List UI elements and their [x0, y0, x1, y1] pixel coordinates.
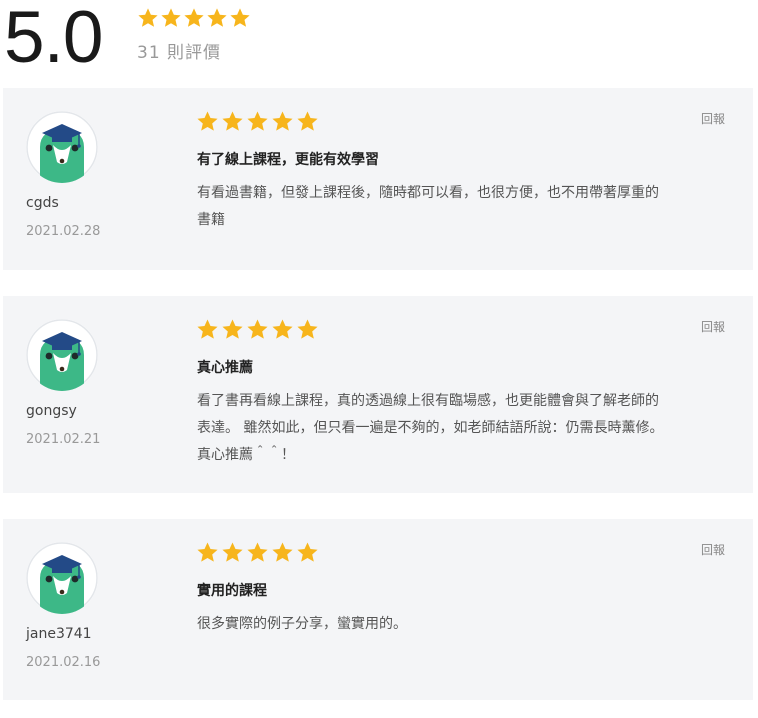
review-count: 31 則評價 — [137, 43, 222, 63]
rating-summary: 5.0 31 則評價 — [0, 0, 758, 88]
star-icon — [296, 318, 319, 341]
star-icon — [229, 7, 251, 29]
star-icon — [246, 541, 269, 564]
star-icon — [183, 7, 205, 29]
review-line: 有看過書籍，但發上課程後，隨時都可以看，也很方便，也不用帶著厚重的 — [197, 185, 659, 201]
report-link[interactable]: 回報 — [701, 110, 725, 127]
report-link[interactable]: 回報 — [701, 318, 725, 335]
review-line: 真心推薦＾＾！ — [197, 447, 295, 463]
review-title: 有了線上課程，更能有效學習 — [197, 152, 379, 168]
reviewer-name: jane3741 — [26, 626, 92, 642]
review-card: gongsy 2021.02.21 回報 真心推薦 看了書再看線上課程，真的透過… — [3, 296, 753, 493]
star-icon — [221, 110, 244, 133]
review-body: 有看過書籍，但發上課程後，隨時都可以看，也很方便，也不用帶著厚重的 書籍 — [197, 180, 737, 234]
star-icon — [296, 110, 319, 133]
review-date: 2021.02.21 — [26, 432, 101, 447]
mascot-avatar-icon — [26, 542, 98, 614]
review-stars — [196, 110, 319, 133]
summary-stars — [137, 7, 251, 29]
star-icon — [221, 318, 244, 341]
star-icon — [196, 318, 219, 341]
avatar — [26, 319, 98, 391]
review-title: 實用的課程 — [197, 583, 267, 599]
review-line: 書籍 — [197, 212, 225, 228]
reviewer-name: gongsy — [26, 403, 77, 419]
report-link[interactable]: 回報 — [701, 541, 725, 558]
review-date: 2021.02.16 — [26, 655, 101, 670]
star-icon — [196, 541, 219, 564]
mascot-avatar-icon — [26, 319, 98, 391]
star-icon — [246, 110, 269, 133]
avatar — [26, 542, 98, 614]
star-icon — [206, 7, 228, 29]
review-line: 看了書再看線上課程，真的透過線上很有臨場感，也更能體會與了解老師的 — [197, 393, 659, 409]
avatar — [26, 111, 98, 183]
review-card: jane3741 2021.02.16 回報 實用的課程 很多實際的例子分享，蠻… — [3, 519, 753, 700]
review-date: 2021.02.28 — [26, 224, 101, 239]
star-icon — [296, 541, 319, 564]
star-icon — [271, 541, 294, 564]
review-body: 很多實際的例子分享，蠻實用的。 — [197, 611, 737, 638]
review-line: 表達。 雖然如此，但只看一遍是不夠的，如老師結語所說：仍需長時薰修。 — [197, 420, 664, 436]
star-icon — [196, 110, 219, 133]
star-icon — [271, 110, 294, 133]
average-score: 5.0 — [4, 0, 103, 78]
star-icon — [160, 7, 182, 29]
review-title: 真心推薦 — [197, 360, 253, 376]
reviewer-name: cgds — [26, 195, 59, 211]
star-icon — [221, 541, 244, 564]
review-stars — [196, 318, 319, 341]
star-icon — [137, 7, 159, 29]
star-icon — [246, 318, 269, 341]
star-icon — [271, 318, 294, 341]
review-card: cgds 2021.02.28 回報 有了線上課程，更能有效學習 有看過書籍，但… — [3, 88, 753, 270]
review-stars — [196, 541, 319, 564]
mascot-avatar-icon — [26, 111, 98, 183]
review-line: 很多實際的例子分享，蠻實用的。 — [197, 616, 407, 632]
review-body: 看了書再看線上課程，真的透過線上很有臨場感，也更能體會與了解老師的 表達。 雖然… — [197, 388, 737, 469]
